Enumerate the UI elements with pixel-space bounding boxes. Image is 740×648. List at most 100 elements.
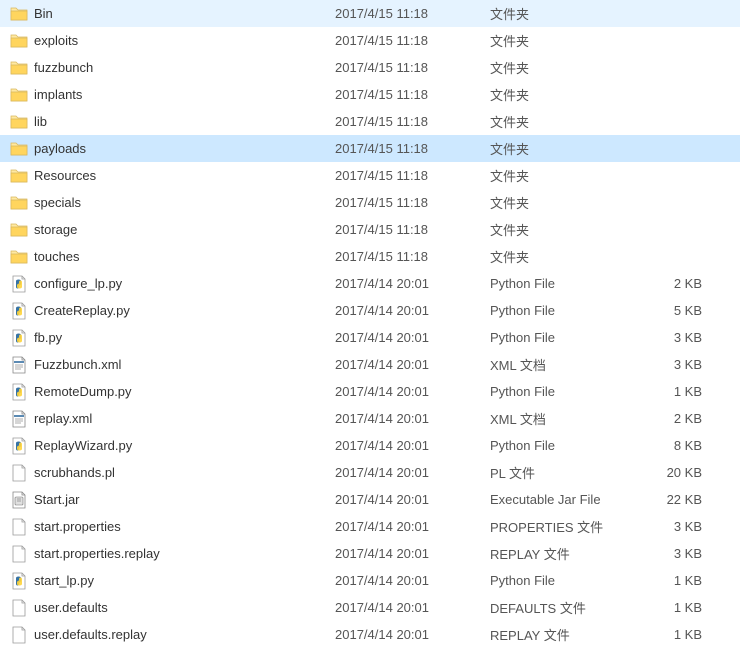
- python-icon: [10, 383, 28, 401]
- cell-type: Python File: [490, 276, 625, 291]
- cell-type: Python File: [490, 384, 625, 399]
- cell-date: 2017/4/14 20:01: [335, 465, 490, 480]
- file-row[interactable]: exploits 2017/4/15 11:18 文件夹: [0, 27, 740, 54]
- file-row[interactable]: CreateReplay.py 2017/4/14 20:01 Python F…: [0, 297, 740, 324]
- file-name-label: implants: [34, 87, 82, 102]
- cell-date: 2017/4/14 20:01: [335, 627, 490, 642]
- file-icon: [10, 518, 28, 536]
- cell-size: 2 KB: [625, 411, 720, 426]
- folder-icon: [10, 248, 28, 266]
- cell-name: ReplayWizard.py: [10, 437, 335, 455]
- file-name-label: CreateReplay.py: [34, 303, 130, 318]
- file-row[interactable]: fb.py 2017/4/14 20:01 Python File 3 KB: [0, 324, 740, 351]
- cell-name: storage: [10, 221, 335, 239]
- file-name-label: fuzzbunch: [34, 60, 93, 75]
- file-row[interactable]: user.defaults 2017/4/14 20:01 DEFAULTS 文…: [0, 594, 740, 621]
- file-name-label: start_lp.py: [34, 573, 94, 588]
- file-row[interactable]: Resources 2017/4/15 11:18 文件夹: [0, 162, 740, 189]
- file-row[interactable]: Start.jar 2017/4/14 20:01 Executable Jar…: [0, 486, 740, 513]
- jar-icon: [10, 491, 28, 509]
- file-list: Bin 2017/4/15 11:18 文件夹 exploits 2017/4/…: [0, 0, 740, 648]
- cell-date: 2017/4/14 20:01: [335, 438, 490, 453]
- file-name-label: payloads: [34, 141, 86, 156]
- file-row[interactable]: lib 2017/4/15 11:18 文件夹: [0, 108, 740, 135]
- cell-name: user.defaults: [10, 599, 335, 617]
- file-icon: [10, 464, 28, 482]
- file-row[interactable]: payloads 2017/4/15 11:18 文件夹: [0, 135, 740, 162]
- cell-name: Fuzzbunch.xml: [10, 356, 335, 374]
- cell-size: 3 KB: [625, 519, 720, 534]
- file-name-label: fb.py: [34, 330, 62, 345]
- file-row[interactable]: start_lp.py 2017/4/14 20:01 Python File …: [0, 567, 740, 594]
- cell-size: 22 KB: [625, 492, 720, 507]
- cell-type: 文件夹: [490, 193, 625, 212]
- cell-type: 文件夹: [490, 85, 625, 104]
- file-row[interactable]: user.defaults.replay 2017/4/14 20:01 REP…: [0, 621, 740, 648]
- cell-date: 2017/4/15 11:18: [335, 141, 490, 156]
- file-row[interactable]: start.properties.replay 2017/4/14 20:01 …: [0, 540, 740, 567]
- cell-date: 2017/4/14 20:01: [335, 303, 490, 318]
- cell-size: 1 KB: [625, 600, 720, 615]
- file-name-label: lib: [34, 114, 47, 129]
- folder-icon: [10, 86, 28, 104]
- python-icon: [10, 572, 28, 590]
- file-name-label: storage: [34, 222, 77, 237]
- cell-type: Python File: [490, 303, 625, 318]
- folder-icon: [10, 32, 28, 50]
- folder-icon: [10, 5, 28, 23]
- file-row[interactable]: storage 2017/4/15 11:18 文件夹: [0, 216, 740, 243]
- cell-type: 文件夹: [490, 112, 625, 131]
- file-row[interactable]: ReplayWizard.py 2017/4/14 20:01 Python F…: [0, 432, 740, 459]
- file-row[interactable]: start.properties 2017/4/14 20:01 PROPERT…: [0, 513, 740, 540]
- cell-name: start_lp.py: [10, 572, 335, 590]
- file-name-label: Resources: [34, 168, 96, 183]
- cell-date: 2017/4/14 20:01: [335, 384, 490, 399]
- cell-date: 2017/4/14 20:01: [335, 573, 490, 588]
- cell-date: 2017/4/15 11:18: [335, 168, 490, 183]
- file-row[interactable]: fuzzbunch 2017/4/15 11:18 文件夹: [0, 54, 740, 81]
- file-row[interactable]: touches 2017/4/15 11:18 文件夹: [0, 243, 740, 270]
- cell-size: 3 KB: [625, 330, 720, 345]
- file-name-label: start.properties: [34, 519, 121, 534]
- file-name-label: Fuzzbunch.xml: [34, 357, 121, 372]
- cell-name: exploits: [10, 32, 335, 50]
- folder-icon: [10, 140, 28, 158]
- file-name-label: ReplayWizard.py: [34, 438, 132, 453]
- file-row[interactable]: scrubhands.pl 2017/4/14 20:01 PL 文件 20 K…: [0, 459, 740, 486]
- file-row[interactable]: RemoteDump.py 2017/4/14 20:01 Python Fil…: [0, 378, 740, 405]
- cell-type: 文件夹: [490, 220, 625, 239]
- cell-name: touches: [10, 248, 335, 266]
- cell-date: 2017/4/15 11:18: [335, 6, 490, 21]
- file-name-label: exploits: [34, 33, 78, 48]
- cell-name: scrubhands.pl: [10, 464, 335, 482]
- cell-type: 文件夹: [490, 139, 625, 158]
- file-row[interactable]: Fuzzbunch.xml 2017/4/14 20:01 XML 文档 3 K…: [0, 351, 740, 378]
- file-row[interactable]: configure_lp.py 2017/4/14 20:01 Python F…: [0, 270, 740, 297]
- file-name-label: Bin: [34, 6, 53, 21]
- cell-name: user.defaults.replay: [10, 626, 335, 644]
- cell-name: replay.xml: [10, 410, 335, 428]
- cell-size: 1 KB: [625, 573, 720, 588]
- cell-name: Bin: [10, 5, 335, 23]
- file-icon: [10, 626, 28, 644]
- python-icon: [10, 437, 28, 455]
- cell-type: DEFAULTS 文件: [490, 598, 625, 617]
- folder-icon: [10, 167, 28, 185]
- file-row[interactable]: replay.xml 2017/4/14 20:01 XML 文档 2 KB: [0, 405, 740, 432]
- cell-type: REPLAY 文件: [490, 544, 625, 563]
- file-icon: [10, 545, 28, 563]
- file-name-label: Start.jar: [34, 492, 80, 507]
- cell-name: implants: [10, 86, 335, 104]
- cell-date: 2017/4/15 11:18: [335, 60, 490, 75]
- file-row[interactable]: implants 2017/4/15 11:18 文件夹: [0, 81, 740, 108]
- file-row[interactable]: Bin 2017/4/15 11:18 文件夹: [0, 0, 740, 27]
- cell-type: 文件夹: [490, 58, 625, 77]
- cell-date: 2017/4/14 20:01: [335, 330, 490, 345]
- cell-date: 2017/4/14 20:01: [335, 357, 490, 372]
- file-row[interactable]: specials 2017/4/15 11:18 文件夹: [0, 189, 740, 216]
- cell-size: 2 KB: [625, 276, 720, 291]
- cell-date: 2017/4/15 11:18: [335, 33, 490, 48]
- cell-type: Python File: [490, 573, 625, 588]
- cell-size: 8 KB: [625, 438, 720, 453]
- cell-name: fb.py: [10, 329, 335, 347]
